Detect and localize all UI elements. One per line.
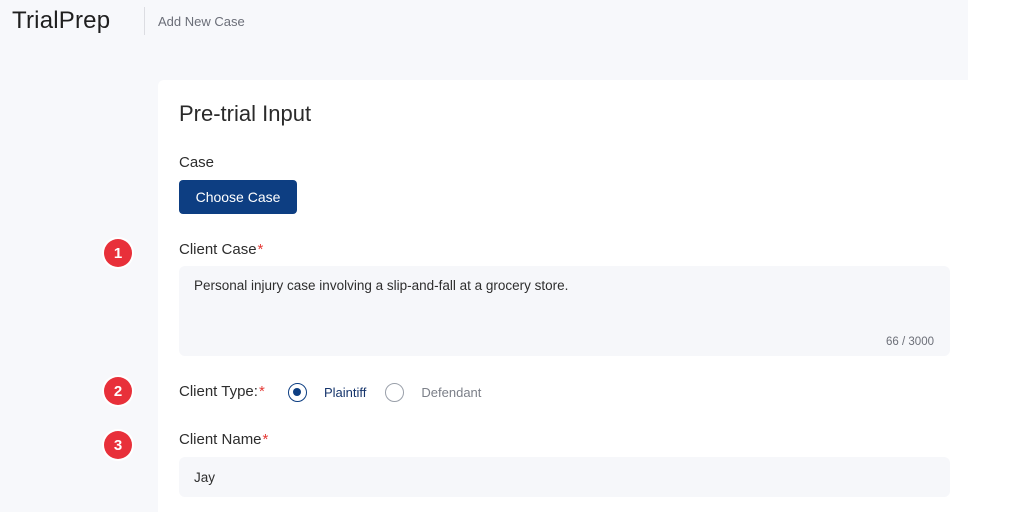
breadcrumb: Add New Case	[158, 14, 245, 29]
radio-plaintiff[interactable]: Plaintiff	[288, 382, 366, 402]
page-title: Pre-trial Input	[179, 101, 312, 126]
required-asterisk: *	[257, 241, 264, 258]
client-type-radio-group: Plaintiff Defendant	[288, 382, 481, 402]
client-case-textarea[interactable]: Personal injury case involving a slip-an…	[179, 266, 950, 332]
app-header: TrialPrep Add New Case	[0, 0, 968, 44]
client-name-input[interactable]	[179, 457, 950, 497]
step-badge-1: 1	[104, 239, 132, 267]
client-type-label: Client Type:*	[179, 383, 265, 400]
required-asterisk: *	[258, 383, 265, 400]
client-name-label: Client Name*	[179, 431, 268, 448]
radio-checked-icon[interactable]	[288, 382, 307, 402]
header-divider	[144, 7, 145, 35]
app-logo[interactable]: TrialPrep	[12, 7, 110, 35]
radio-label-plaintiff[interactable]: Plaintiff	[324, 385, 366, 400]
step-badge-3: 3	[104, 431, 132, 459]
radio-defendant[interactable]: Defendant	[385, 382, 481, 402]
client-name-label-text: Client Name	[179, 431, 262, 448]
char-count: 66 / 3000	[886, 336, 934, 348]
case-label: Case	[179, 154, 215, 171]
radio-unchecked-icon[interactable]	[385, 382, 405, 402]
step-badge-2: 2	[104, 377, 132, 405]
choose-case-button[interactable]: Choose Case	[179, 180, 297, 214]
radio-label-defendant[interactable]: Defendant	[421, 385, 481, 400]
client-case-field: Personal injury case involving a slip-an…	[179, 266, 950, 356]
client-type-label-text: Client Type:	[179, 383, 258, 400]
required-asterisk: *	[262, 431, 269, 448]
client-case-label: Client Case*	[179, 241, 263, 258]
client-case-label-text: Client Case	[179, 241, 257, 258]
